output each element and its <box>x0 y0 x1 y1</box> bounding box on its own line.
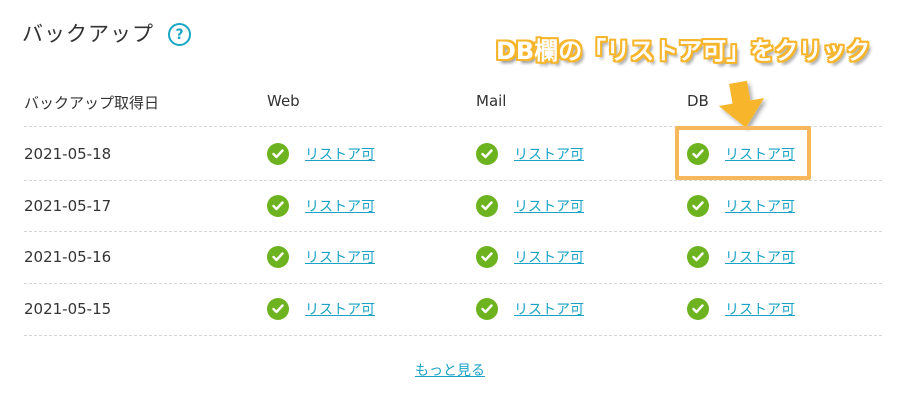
backup-date: 2021-05-18 <box>24 145 112 163</box>
help-icon[interactable]: ? <box>168 23 191 46</box>
check-icon <box>687 246 709 268</box>
header-mail: Mail <box>476 92 507 110</box>
table-header: バックアップ取得日 Web Mail DB <box>24 92 882 112</box>
check-icon <box>687 298 709 320</box>
db-restore-link[interactable]: リストア可 <box>725 247 795 267</box>
check-icon <box>476 298 498 320</box>
check-icon <box>267 143 289 165</box>
date-cell: 2021-05-18 <box>24 128 111 180</box>
show-more-link[interactable]: もっと見る <box>415 363 485 379</box>
db-cell: リストア可 <box>687 180 795 232</box>
date-cell: 2021-05-15 <box>24 283 111 335</box>
page-title: バックアップ <box>22 22 154 46</box>
web-cell: リストア可 <box>267 180 375 232</box>
date-cell: 2021-05-16 <box>24 231 111 283</box>
header-date: バックアップ取得日 <box>24 94 160 112</box>
db-cell: リストア可 <box>687 283 795 335</box>
header-web: Web <box>267 92 300 110</box>
row-divider <box>24 335 882 336</box>
db-restore-link[interactable]: リストア可 <box>725 299 795 319</box>
mail-cell: リストア可 <box>476 283 584 335</box>
check-icon <box>687 195 709 217</box>
header-db: DB <box>687 92 709 110</box>
db-cell: リストア可 <box>687 231 795 283</box>
web-restore-link[interactable]: リストア可 <box>305 144 375 164</box>
table-row: 2021-05-16 リストア可 リストア可 リストア可 <box>24 231 882 283</box>
backup-date: 2021-05-17 <box>24 197 112 215</box>
table-row: 2021-05-17 リストア可 リストア可 リストア可 <box>24 180 882 232</box>
check-icon <box>476 195 498 217</box>
check-icon <box>267 246 289 268</box>
highlight-box <box>675 126 811 180</box>
more-link-container: もっと見る <box>0 360 900 380</box>
mail-restore-link[interactable]: リストア可 <box>514 196 584 216</box>
check-icon <box>267 298 289 320</box>
backup-date: 2021-05-16 <box>24 248 112 266</box>
web-restore-link[interactable]: リストア可 <box>305 299 375 319</box>
table-row: 2021-05-15 リストア可 リストア可 リストア可 <box>24 283 882 335</box>
web-cell: リストア可 <box>267 283 375 335</box>
db-restore-link[interactable]: リストア可 <box>725 196 795 216</box>
web-cell: リストア可 <box>267 231 375 283</box>
web-restore-link[interactable]: リストア可 <box>305 196 375 216</box>
mail-cell: リストア可 <box>476 128 584 180</box>
web-cell: リストア可 <box>267 128 375 180</box>
mail-restore-link[interactable]: リストア可 <box>514 247 584 267</box>
mail-cell: リストア可 <box>476 180 584 232</box>
date-cell: 2021-05-17 <box>24 180 111 232</box>
mail-cell: リストア可 <box>476 231 584 283</box>
mail-restore-link[interactable]: リストア可 <box>514 299 584 319</box>
instruction-annotation: DB欄の「リストア可」をクリック <box>496 37 871 65</box>
mail-restore-link[interactable]: リストア可 <box>514 144 584 164</box>
check-icon <box>476 143 498 165</box>
web-restore-link[interactable]: リストア可 <box>305 247 375 267</box>
check-icon <box>267 195 289 217</box>
backup-date: 2021-05-15 <box>24 300 112 318</box>
check-icon <box>476 246 498 268</box>
